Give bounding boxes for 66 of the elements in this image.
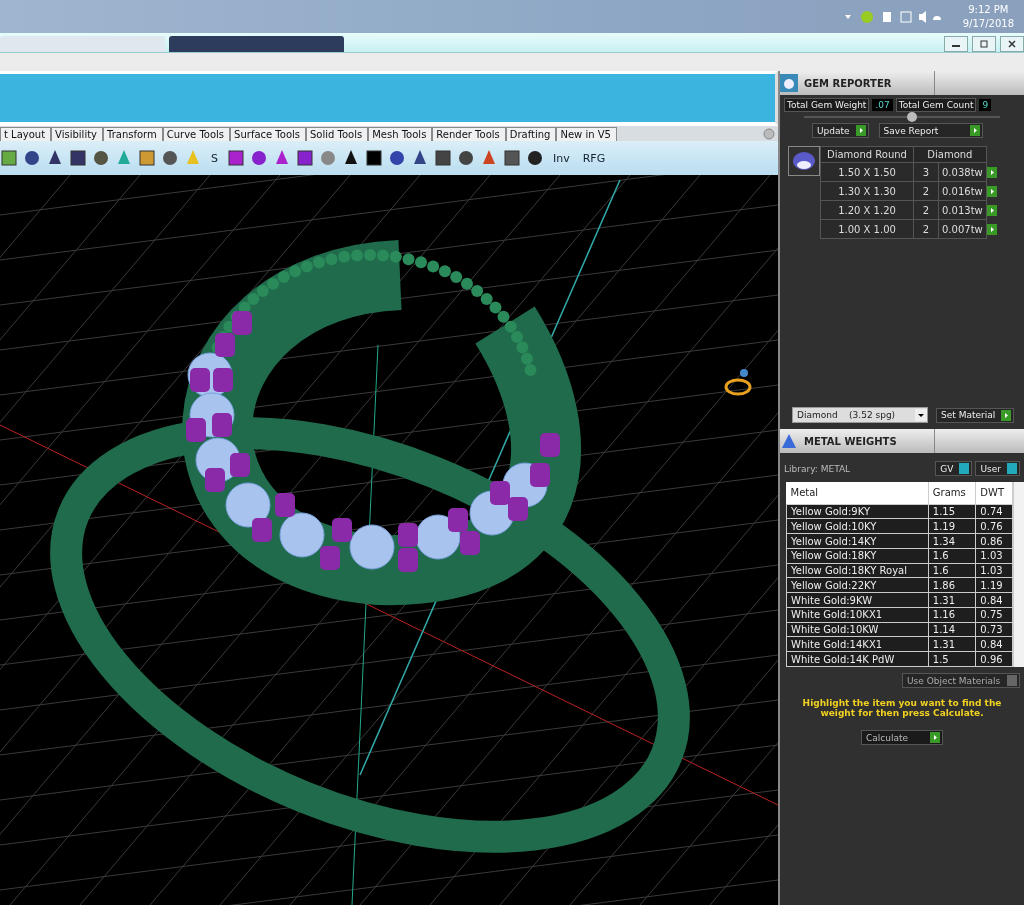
column-header: DWT (975, 482, 1013, 505)
material-dropdown[interactable]: Diamond (3.52 spg) (792, 407, 928, 423)
tool-icon[interactable] (69, 148, 87, 169)
tool-icon[interactable] (503, 148, 521, 169)
tool-icon[interactable] (434, 148, 452, 169)
toolbar-tab[interactable]: New in V5 (556, 127, 617, 142)
slider-thumb[interactable] (906, 112, 917, 122)
minimize-button[interactable] (944, 36, 968, 52)
gv-button[interactable]: GV (935, 461, 973, 476)
play-icon (986, 185, 997, 197)
scale-icon (780, 432, 798, 450)
toolbar-tab[interactable]: t Layout (0, 127, 52, 142)
play-icon (986, 204, 997, 216)
close-icon (1008, 40, 1016, 48)
toolbar-tab[interactable]: Transform (103, 127, 163, 142)
save-report-button[interactable]: Save Report (878, 123, 983, 138)
table-cell[interactable]: Yellow Gold:9KY (786, 504, 929, 519)
toolbar-tab[interactable]: Solid Tools (306, 127, 369, 142)
toolbar-tab[interactable]: Drafting (505, 127, 557, 142)
toolbar-tab[interactable]: Visibility (51, 127, 103, 142)
play-icon (855, 125, 866, 136)
library-label: Library: METAL (784, 463, 851, 474)
tool-icon[interactable] (296, 148, 314, 169)
total-count-label: Total Gem Count (895, 98, 977, 112)
scrollbar[interactable] (1013, 482, 1024, 667)
clock-time: 9:12 PM (968, 2, 1009, 17)
toggle-icon (1007, 463, 1017, 474)
set-material-button[interactable]: Set Material (936, 407, 1015, 423)
total-count-value: 9 (979, 99, 992, 111)
user-button[interactable]: User (975, 461, 1020, 476)
gem-icon (788, 146, 820, 176)
panel-title: GEM REPORTER (804, 71, 935, 95)
play-icon (986, 166, 997, 178)
column-header: Diamond (913, 146, 987, 163)
toolbar-label[interactable]: RFG (582, 151, 606, 165)
ring-icon[interactable] (724, 369, 752, 396)
toolbar-tab[interactable]: Curve Tools (162, 127, 231, 142)
column-header: Metal (786, 482, 929, 505)
gem-icon (780, 74, 798, 92)
table-cell[interactable]: 1.15 (928, 504, 976, 519)
play-icon (1001, 409, 1012, 421)
toggle-icon (1007, 675, 1017, 686)
toolbar-tab[interactable]: Surface Tools (230, 127, 306, 142)
restore-icon (980, 40, 988, 48)
clock-date: 9/17/2018 (962, 16, 1014, 31)
play-icon (969, 125, 980, 136)
column-header: Grams (928, 482, 976, 505)
total-weight-value: .07 (872, 99, 893, 111)
hint-text: Highlight the item you want to find the weight for then press Calculate. (801, 698, 1003, 718)
total-weight-label: Total Gem Weight (784, 98, 870, 112)
toolbar-label[interactable]: Inv (553, 151, 570, 165)
toolbar-tab[interactable]: Render Tools (432, 127, 506, 142)
column-header: Diamond Round (820, 146, 914, 163)
play-icon (930, 732, 940, 743)
play-icon (986, 223, 997, 235)
use-object-materials-button[interactable]: Use Object Materials (902, 673, 1020, 688)
tool-icon[interactable] (227, 148, 245, 169)
calculate-button[interactable]: Calculate (861, 730, 943, 745)
close-button[interactable] (1000, 36, 1024, 52)
tool-icon[interactable] (365, 148, 383, 169)
panel-title: METAL WEIGHTS (804, 429, 935, 453)
table-cell[interactable]: 0.74 (975, 504, 1013, 519)
toggle-icon (959, 463, 970, 474)
toolbar-label[interactable]: S (211, 151, 218, 165)
update-button[interactable]: Update (812, 123, 869, 138)
toolbar-tab[interactable]: Mesh Tools (368, 127, 433, 142)
